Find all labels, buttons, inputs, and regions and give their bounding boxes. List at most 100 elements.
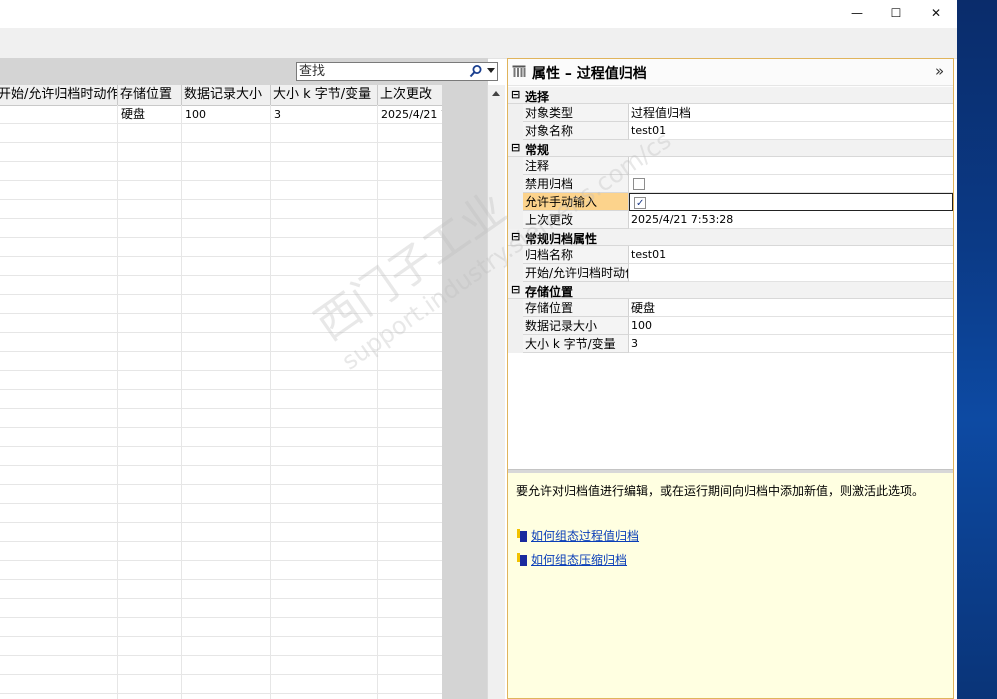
help-topic-icon — [517, 553, 527, 566]
property-row-archive-name[interactable]: 归档名称 test01 — [508, 246, 953, 264]
close-button[interactable]: ✕ — [916, 0, 956, 26]
property-name: 对象类型 — [523, 104, 629, 122]
category-label: 常规 — [525, 143, 550, 157]
row-gutter — [508, 335, 523, 353]
property-name: 存储位置 — [523, 299, 629, 317]
desktop-background — [957, 0, 997, 699]
column-header-storage[interactable]: 存储位置 — [118, 85, 182, 105]
search-icon[interactable] — [469, 64, 483, 78]
category-storage-location[interactable]: ⊟ 存储位置 — [508, 282, 953, 299]
column-header-label: 大小 k 字节/变量 — [273, 87, 372, 102]
properties-panel: 属性 – 过程值归档 » ⊟ 选择 对象类型 过程值归档 对象名称 test01… — [507, 58, 954, 699]
property-name: 数据记录大小 — [523, 317, 629, 335]
table-cell: 2025/4/21 7 — [381, 108, 442, 121]
allow-manual-input-checkbox[interactable] — [634, 195, 646, 210]
maximize-button[interactable]: ☐ — [876, 0, 916, 26]
property-name: 开始/允许归档时动作 — [523, 264, 629, 282]
property-row-disable-archive[interactable]: 禁用归档 — [508, 175, 953, 193]
property-row-object-name[interactable]: 对象名称 test01 — [508, 122, 953, 140]
collapse-icon[interactable]: ⊟ — [511, 141, 520, 154]
close-icon: ✕ — [930, 6, 942, 20]
property-row-start-action[interactable]: 开始/允许归档时动作 — [508, 264, 953, 282]
minimize-icon: — — [851, 6, 863, 20]
property-value: 2025/4/21 7:53:28 — [629, 211, 953, 229]
table-cell: 3 — [274, 108, 281, 121]
table-header: 开始/允许归档时动作 存储位置 数据记录大小 大小 k 字节/变量 上次更改 — [0, 85, 442, 106]
property-value[interactable]: test01 — [629, 246, 953, 264]
help-text: 要允许对归档值进行编辑，或在运行期间向归档中添加新值，则激活此选项。 — [516, 484, 925, 498]
help-link-process-archive[interactable]: 如何组态过程值归档 — [517, 527, 639, 544]
properties-icon — [512, 65, 526, 77]
column-header-label: 存储位置 — [120, 87, 173, 102]
category-general[interactable]: ⊟ 常规 — [508, 140, 953, 157]
property-value[interactable]: 3 — [629, 335, 953, 353]
category-selection[interactable]: ⊟ 选择 — [508, 87, 953, 104]
help-link-label[interactable]: 如何组态过程值归档 — [531, 529, 639, 543]
search-input[interactable] — [299, 63, 471, 80]
row-gutter — [508, 175, 523, 193]
help-link-compressed-archive[interactable]: 如何组态压缩归档 — [517, 551, 627, 568]
category-label: 选择 — [525, 90, 550, 104]
maximize-icon: ☐ — [890, 6, 902, 20]
property-value: 过程值归档 — [629, 104, 953, 122]
property-name: 归档名称 — [523, 246, 629, 264]
property-name: 禁用归档 — [523, 175, 629, 193]
row-gutter — [508, 317, 523, 335]
property-row-storage-location[interactable]: 存储位置 硬盘 — [508, 299, 953, 317]
chevron-down-icon[interactable] — [487, 68, 495, 73]
property-row-object-type[interactable]: 对象类型 过程值归档 — [508, 104, 953, 122]
row-gutter — [508, 246, 523, 264]
property-value — [629, 193, 953, 211]
column-header-last-change[interactable]: 上次更改 — [378, 85, 442, 105]
property-name: 允许手动输入 — [523, 193, 629, 211]
disable-archive-checkbox[interactable] — [633, 178, 645, 190]
property-value[interactable]: test01 — [629, 122, 953, 140]
row-gutter — [508, 193, 523, 211]
property-name: 大小 k 字节/变量 — [523, 335, 629, 353]
property-name: 上次更改 — [523, 211, 629, 229]
toolbar — [0, 28, 957, 59]
scroll-up-icon[interactable] — [492, 91, 500, 96]
search-box[interactable] — [296, 62, 498, 81]
property-value[interactable]: 硬盘 — [629, 299, 953, 317]
properties-title: 属性 – 过程值归档 — [532, 66, 647, 82]
row-gutter — [508, 122, 523, 140]
category-general-archive-properties[interactable]: ⊟ 常规归档属性 — [508, 229, 953, 246]
property-row-allow-manual-input[interactable]: 允许手动输入 — [508, 193, 953, 211]
row-gutter — [508, 211, 523, 229]
column-header-size-kb[interactable]: 大小 k 字节/变量 — [271, 85, 378, 105]
minimize-button[interactable]: — — [837, 0, 877, 26]
title-bar — [0, 0, 957, 28]
property-value[interactable] — [629, 157, 953, 175]
property-row-record-size[interactable]: 数据记录大小 100 — [508, 317, 953, 335]
column-header-label: 开始/允许归档时动作 — [0, 87, 118, 102]
row-gutter — [508, 104, 523, 122]
column-header-label: 上次更改 — [380, 87, 433, 102]
column-header-start-action[interactable]: 开始/允许归档时动作 — [0, 85, 118, 105]
help-link-label[interactable]: 如何组态压缩归档 — [531, 553, 627, 567]
property-value[interactable] — [629, 264, 953, 282]
collapse-icon[interactable]: ⊟ — [511, 88, 520, 101]
table-cell: 100 — [185, 108, 206, 121]
table-row[interactable]: 硬盘 100 3 2025/4/21 7 — [0, 105, 442, 124]
expand-icon[interactable]: » — [935, 62, 944, 80]
property-grid: ⊟ 选择 对象类型 过程值归档 对象名称 test01 ⊟ 常规 注释 禁用归档 — [508, 87, 953, 469]
property-value — [629, 175, 953, 193]
row-gutter — [508, 157, 523, 175]
table-cell — [0, 105, 117, 124]
column-header-record-size[interactable]: 数据记录大小 — [182, 85, 271, 105]
property-row-last-change[interactable]: 上次更改 2025/4/21 7:53:28 — [508, 211, 953, 229]
collapse-icon[interactable]: ⊟ — [511, 230, 520, 243]
column-header-label: 数据记录大小 — [184, 87, 263, 102]
property-row-comment[interactable]: 注释 — [508, 157, 953, 175]
property-value[interactable]: 100 — [629, 317, 953, 335]
collapse-icon[interactable]: ⊟ — [511, 283, 520, 296]
category-label: 常规归档属性 — [525, 232, 598, 246]
table-cell: 硬盘 — [121, 107, 146, 121]
vertical-scrollbar[interactable] — [487, 85, 505, 699]
property-name: 对象名称 — [523, 122, 629, 140]
row-gutter — [508, 264, 523, 282]
property-row-size-kb-per-tag[interactable]: 大小 k 字节/变量 3 — [508, 335, 953, 353]
help-topic-icon — [517, 529, 527, 542]
row-gutter — [508, 299, 523, 317]
